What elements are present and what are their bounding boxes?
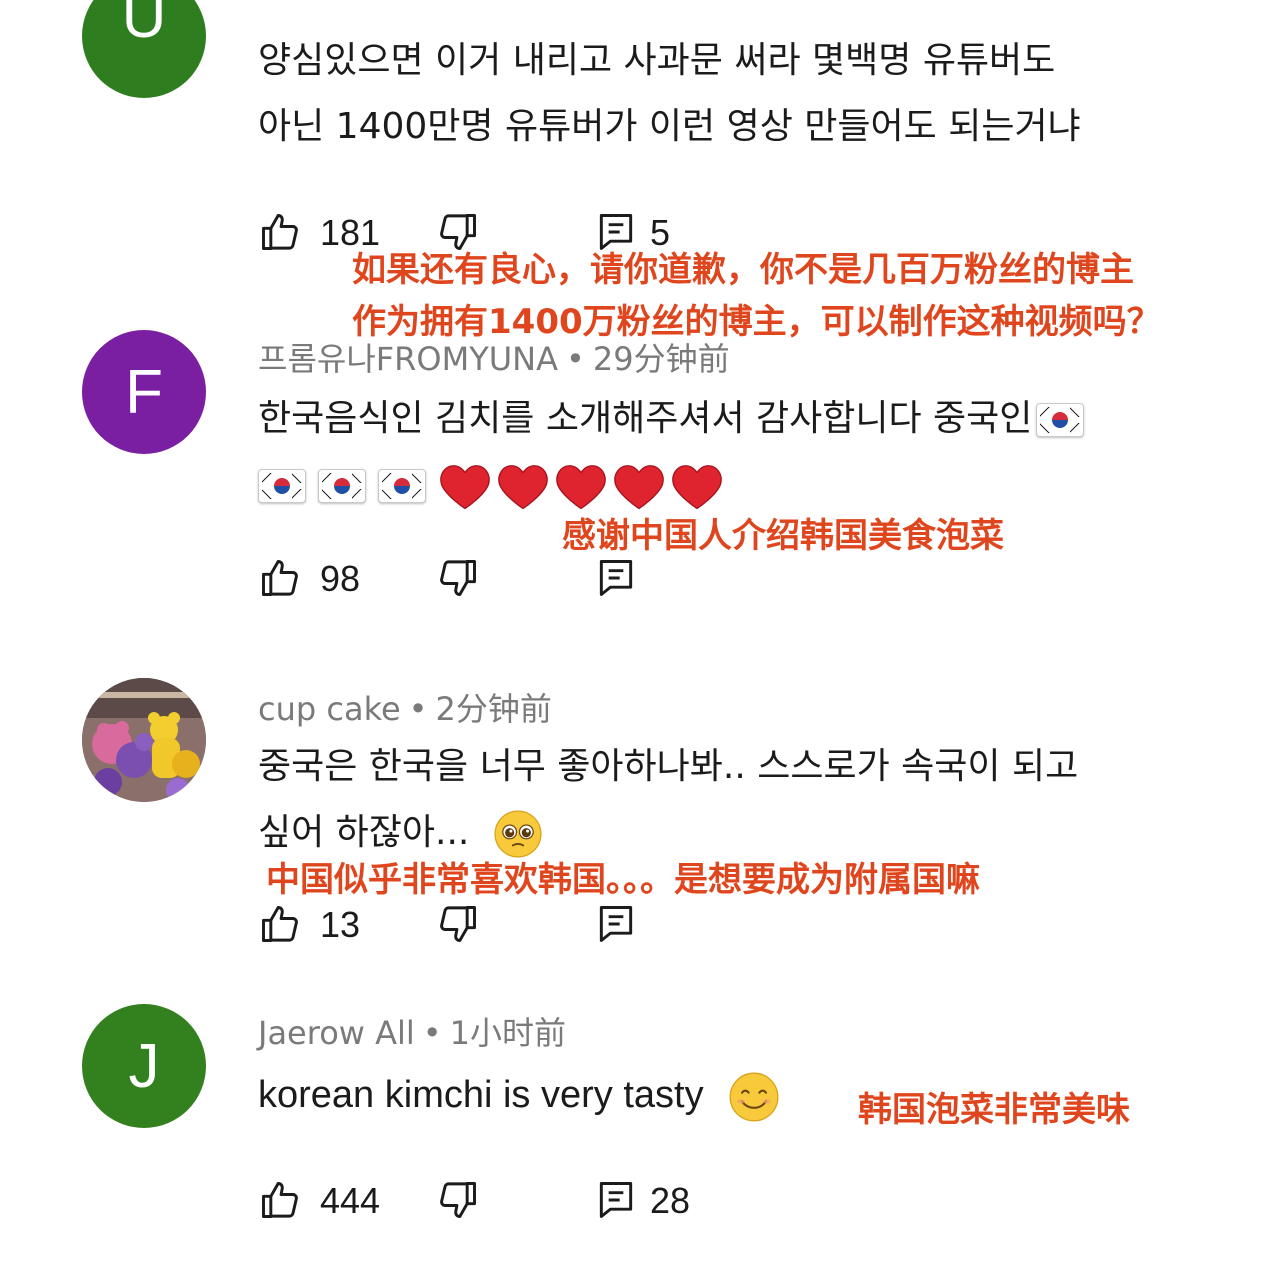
avatar[interactable]: U [82, 0, 206, 98]
translation-annotation: 感谢中国人介绍韩国美食泡菜 [562, 516, 1004, 556]
reply-icon[interactable] [594, 902, 638, 946]
avatar-letter: F [125, 357, 163, 427]
separator-dot: • [408, 690, 428, 728]
avatar[interactable]: J [82, 1004, 206, 1128]
like-icon[interactable] [258, 210, 302, 254]
translation-annotation: 韩国泡菜非常美味 [858, 1090, 1130, 1130]
avatar-letter: U [121, 0, 167, 51]
avatar-letter: J [128, 1031, 160, 1101]
translation-line: 如果还有良心，请你道歉，你不是几百万粉丝的博主 [352, 250, 1134, 290]
translation-annotation: 如果还有良心，请你道歉，你不是几百万粉丝的博主 作为拥有1400万粉丝的博主，可… [352, 244, 1161, 348]
like-count: 13 [320, 904, 361, 945]
comment-time[interactable]: 2分钟前 [436, 690, 552, 728]
reply-count: 28 [650, 1180, 691, 1221]
red-heart-icon [556, 465, 606, 510]
reply-icon[interactable] [594, 556, 638, 600]
comment-line: 한국음식인 김치를 소개해주셔서 감사합니다 중국인 [258, 398, 1033, 439]
comment-actions: 13 [258, 902, 858, 952]
separator-dot: • [566, 340, 585, 378]
like-icon[interactable] [258, 556, 302, 600]
dislike-icon[interactable] [436, 556, 480, 600]
red-heart-icon [614, 465, 664, 510]
comment-line: 중국은 한국을 너무 좋아하나봐.. 스스로가 속국이 되고 [258, 746, 1079, 787]
korean-flag-icon [318, 469, 366, 503]
korean-flag-icon [378, 469, 426, 503]
comment-actions: 444 28 [258, 1178, 858, 1228]
comment-text: 양심있으면 이거 내리고 사과문 써라 몇백명 유튜버도 아닌 1400만명 유… [258, 28, 1218, 160]
smiling-face-icon [729, 1072, 779, 1122]
comment-meta: Jaerow All • 1小时前 [258, 1008, 566, 1054]
comment-line: 아닌 1400만명 유튜버가 이런 영상 만들어도 되는거냐 [258, 106, 1081, 147]
comment-meta: cup cake • 2分钟前 [258, 684, 552, 730]
comment-text: 한국음식인 김치를 소개해주셔서 감사합니다 중국인 [258, 386, 1218, 518]
translation-annotation: 中国似乎非常喜欢韩国。。。是想要成为附属国嘛 [266, 860, 980, 900]
dislike-icon[interactable] [436, 902, 480, 946]
comment-time[interactable]: 1小时前 [450, 1014, 566, 1052]
comment-meta: 프롬유나FROMYUNA • 29分钟前 [258, 334, 730, 380]
red-heart-icon [440, 465, 490, 510]
comment-line: 싶어 하잖아... [258, 812, 470, 853]
korean-flag-icon [258, 469, 306, 503]
author-name[interactable]: 프롬유나FROMYUNA [258, 340, 558, 378]
avatar[interactable]: F [82, 330, 206, 454]
avatar[interactable] [82, 678, 206, 802]
comment-actions: 98 [258, 556, 858, 606]
comment-time[interactable]: 29分钟前 [593, 340, 730, 378]
author-name[interactable]: Jaerow All [258, 1014, 415, 1052]
red-heart-icon [498, 465, 548, 510]
comment-line: 양심있으면 이거 내리고 사과문 써라 몇백명 유튜버도 [258, 40, 1056, 81]
author-name[interactable]: cup cake [258, 690, 401, 728]
like-icon[interactable] [258, 1178, 302, 1222]
comment-line-wrap: 한국음식인 김치를 소개해주셔서 감사합니다 중국인 [258, 386, 1218, 452]
plush-toys-photo [82, 678, 206, 802]
comment-text: 중국은 한국을 너무 좋아하나봐.. 스스로가 속국이 되고 싶어 하잖아... [258, 734, 1218, 866]
korean-flag-icon [1036, 403, 1085, 437]
like-icon[interactable] [258, 902, 302, 946]
like-count: 98 [320, 558, 361, 599]
red-heart-icon [672, 465, 722, 510]
reply-icon[interactable] [594, 1178, 638, 1222]
dislike-icon[interactable] [436, 1178, 480, 1222]
separator-dot: • [422, 1014, 442, 1052]
like-count: 444 [320, 1180, 381, 1221]
comment-line: korean kimchi is very tasty [258, 1074, 704, 1116]
